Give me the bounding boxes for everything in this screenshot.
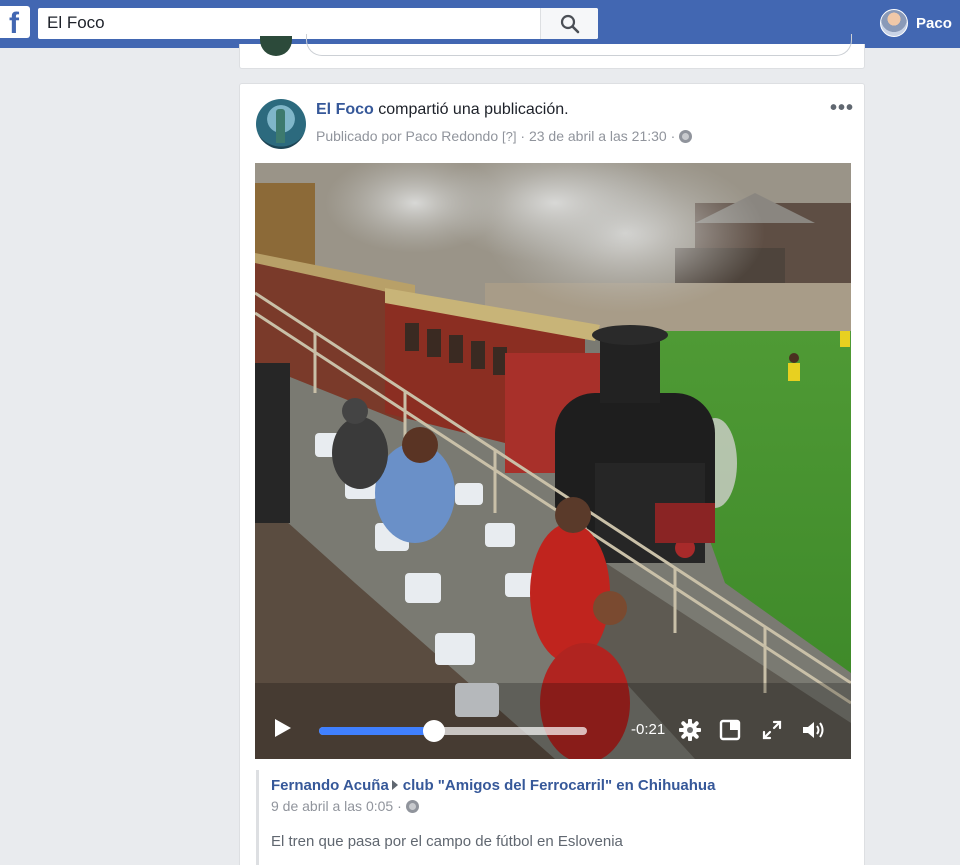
meta-separator: ·	[666, 128, 680, 144]
video-frame	[255, 163, 851, 759]
video-progress-fill	[319, 727, 435, 735]
video-scrubber-handle[interactable]	[423, 720, 446, 742]
previous-post-card	[239, 34, 865, 69]
shared-author-link[interactable]: Fernando Acuña	[271, 777, 389, 794]
globe-icon[interactable]	[679, 130, 693, 143]
video-progress-bar[interactable]	[319, 727, 587, 735]
shared-timestamp[interactable]: 9 de abril a las 0:05	[271, 798, 393, 814]
shared-post-title: Fernando Acuña club "Amigos del Ferrocarr…	[271, 777, 715, 794]
profile-name[interactable]: Paco	[916, 15, 952, 32]
page-avatar[interactable]	[256, 99, 306, 149]
fullscreen-icon[interactable]	[761, 719, 783, 741]
help-link[interactable]: [?]	[502, 129, 516, 144]
avatar	[260, 36, 292, 56]
search-input[interactable]: El Foco	[47, 13, 105, 33]
shared-post-text: El tren que pasa por el campo de fútbol …	[271, 833, 623, 850]
globe-icon[interactable]	[405, 800, 419, 813]
settings-icon[interactable]	[679, 719, 701, 741]
search-icon	[560, 14, 580, 34]
shared-post: Fernando Acuña club "Amigos del Ferrocarr…	[256, 770, 850, 865]
published-by: Publicado por Paco Redondo	[316, 128, 499, 144]
meta-separator: ·	[516, 128, 529, 144]
post-card: El Foco compartió una publicación. Publi…	[239, 83, 865, 865]
shared-group-link[interactable]: club "Amigos del Ferrocarril" en Chihuah…	[403, 777, 716, 794]
post-timestamp[interactable]: 23 de abril a las 21:30	[529, 128, 667, 144]
video-player[interactable]: -0:21	[255, 163, 851, 759]
play-icon[interactable]	[275, 719, 291, 737]
time-remaining: -0:21	[631, 721, 666, 738]
shared-post-meta: 9 de abril a las 0:05 ·	[271, 798, 419, 814]
video-controls: -0:21	[255, 701, 851, 759]
post-headline: El Foco compartió una publicación.	[316, 101, 569, 119]
post-meta: Publicado por Paco Redondo [?] · 23 de a…	[316, 128, 693, 144]
meta-separator: ·	[393, 798, 406, 814]
post-action-text: compartió una publicación.	[373, 101, 569, 118]
logo-letter: f	[9, 7, 19, 40]
page-name-link[interactable]: El Foco	[316, 101, 374, 118]
more-options-icon[interactable]: •••	[830, 97, 854, 120]
comment-input[interactable]	[306, 34, 852, 56]
arrow-right-icon	[391, 780, 398, 790]
miniplayer-icon[interactable]	[719, 719, 741, 741]
volume-icon[interactable]	[801, 719, 827, 741]
avatar[interactable]	[880, 9, 908, 37]
facebook-logo[interactable]: f	[0, 6, 30, 40]
